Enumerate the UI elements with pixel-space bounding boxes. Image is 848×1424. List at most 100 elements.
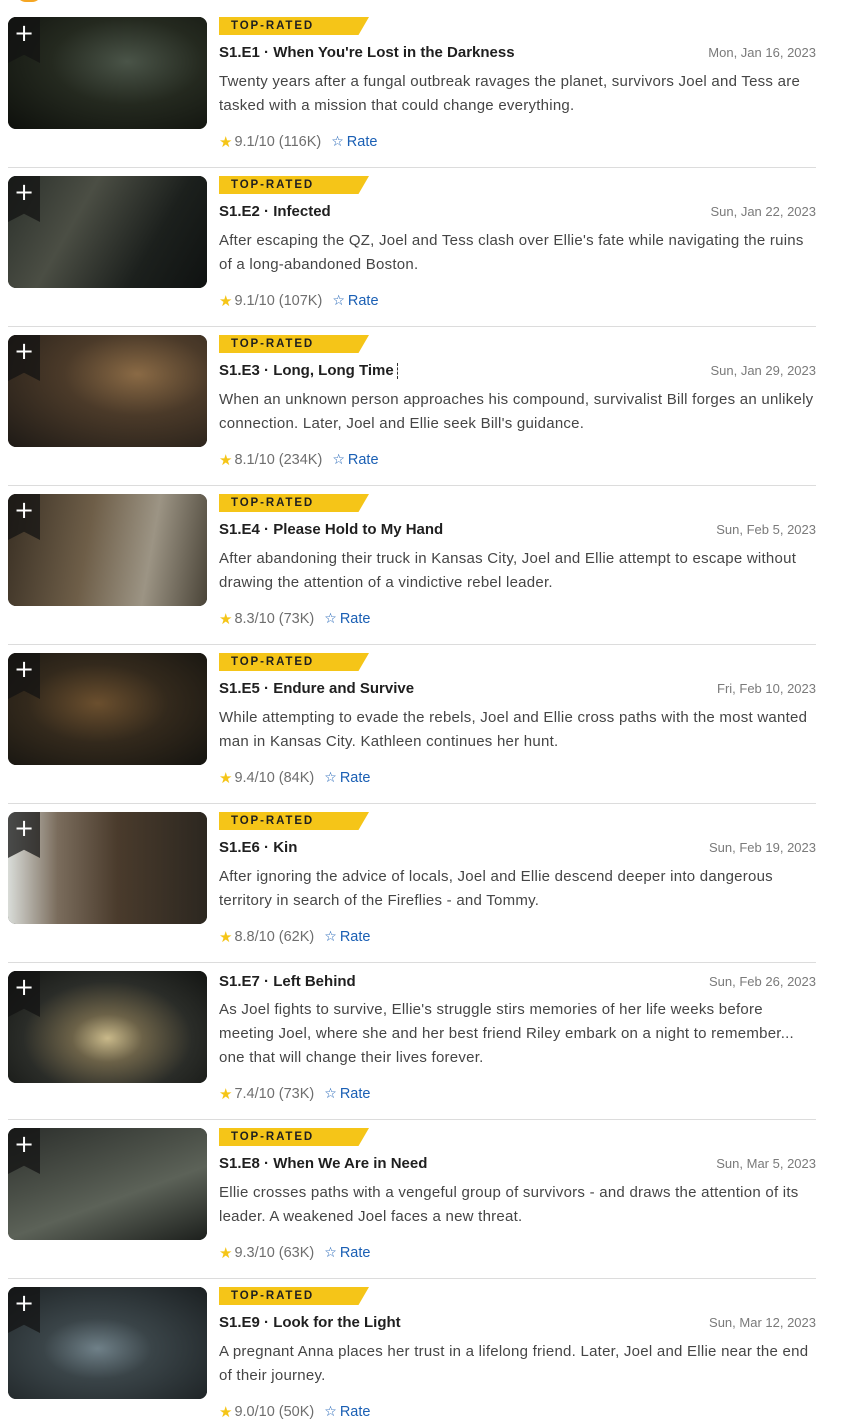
star-filled-icon: ★	[219, 292, 233, 310]
star-filled-icon: ★	[219, 133, 233, 151]
episode-title[interactable]: S1.E5 · Endure and Survive	[219, 680, 414, 697]
episode-thumbnail[interactable]: +	[8, 1287, 207, 1399]
vote-count: (84K)	[278, 770, 315, 786]
episode-title[interactable]: S1.E1 · When You're Lost in the Darkness	[219, 44, 515, 61]
episode-thumbnail[interactable]: +	[8, 1128, 207, 1240]
episode-thumbnail[interactable]: +	[8, 494, 207, 606]
episode-title[interactable]: S1.E7 · Left Behind	[219, 973, 356, 990]
rating-value: 8.1/10	[234, 452, 275, 468]
rating-value: 8.8/10	[234, 929, 275, 945]
star-outline-icon: ☆	[324, 1086, 337, 1102]
plus-icon[interactable]: +	[14, 19, 34, 47]
rating-row: ★ 9.0/10 (50K) ☆ Rate	[219, 1403, 370, 1421]
top-rated-badge: TOP-RATED	[219, 335, 369, 353]
episode-air-date: Sun, Mar 5, 2023	[716, 1156, 816, 1171]
star-outline-icon: ☆	[324, 929, 337, 945]
vote-count: (116K)	[278, 134, 322, 150]
rate-button[interactable]: ☆ Rate	[331, 134, 377, 150]
plus-icon[interactable]: +	[14, 496, 34, 524]
rating-row: ★ 8.3/10 (73K) ☆ Rate	[219, 610, 370, 628]
episode-thumbnail[interactable]: +	[8, 176, 207, 288]
vote-count: (63K)	[278, 1245, 315, 1261]
text-cursor	[396, 363, 398, 380]
rating-row: ★ 9.4/10 (84K) ☆ Rate	[219, 769, 370, 787]
rating-row: ★ 8.8/10 (62K) ☆ Rate	[219, 928, 370, 946]
star-outline-icon: ☆	[324, 1245, 337, 1261]
rate-label: Rate	[346, 134, 378, 150]
episode-item-8[interactable]: + TOP-RATED S1.E8 · When We Are in Need …	[8, 1120, 816, 1279]
plus-icon[interactable]: +	[14, 178, 34, 206]
episode-item-5[interactable]: + TOP-RATED S1.E5 · Endure and Survive F…	[8, 645, 816, 804]
top-rated-badge: TOP-RATED	[219, 653, 369, 671]
episode-description: When an unknown person approaches his co…	[219, 391, 814, 432]
episode-item-2[interactable]: + TOP-RATED S1.E2 · Infected Sun, Jan 22…	[8, 168, 816, 327]
episode-title[interactable]: S1.E2 · Infected	[219, 203, 331, 220]
rating-value: 9.1/10	[234, 293, 275, 309]
vote-count: (107K)	[278, 293, 323, 309]
episode-description: A pregnant Anna places her trust in a li…	[219, 1343, 809, 1384]
episode-air-date: Sun, Mar 12, 2023	[709, 1315, 816, 1330]
rate-label: Rate	[339, 1086, 371, 1102]
top-rated-badge: TOP-RATED	[219, 176, 369, 194]
episode-thumbnail[interactable]: +	[8, 17, 207, 129]
episode-item-1[interactable]: + TOP-RATED S1.E1 · When You're Lost in …	[8, 0, 816, 168]
episode-air-date: Sun, Jan 29, 2023	[710, 363, 816, 378]
rate-label: Rate	[339, 1404, 371, 1420]
episode-description: After abandoning their truck in Kansas C…	[219, 550, 797, 591]
star-outline-icon: ☆	[331, 134, 344, 150]
vote-count: (50K)	[278, 1404, 315, 1420]
episode-description: While attempting to evade the rebels, Jo…	[219, 709, 808, 750]
episode-item-4[interactable]: + TOP-RATED S1.E4 · Please Hold to My Ha…	[8, 486, 816, 645]
star-outline-icon: ☆	[332, 452, 345, 468]
rating-row: ★ 9.3/10 (63K) ☆ Rate	[219, 1244, 370, 1262]
episode-thumbnail[interactable]: +	[8, 812, 207, 924]
episode-air-date: Sun, Feb 19, 2023	[709, 840, 816, 855]
episode-air-date: Mon, Jan 16, 2023	[708, 45, 816, 60]
top-rated-badge: TOP-RATED	[219, 1287, 369, 1305]
plus-icon[interactable]: +	[14, 1289, 34, 1317]
top-rated-badge: TOP-RATED	[219, 17, 369, 35]
episode-thumbnail[interactable]: +	[8, 971, 207, 1083]
episode-title[interactable]: S1.E9 · Look for the Light	[219, 1314, 401, 1331]
star-filled-icon: ★	[219, 769, 233, 787]
top-rated-badge: TOP-RATED	[219, 494, 369, 512]
rate-button[interactable]: ☆ Rate	[324, 611, 370, 627]
episode-item-7[interactable]: + S1.E7 · Left Behind Sun, Feb 26, 2023 …	[8, 963, 816, 1120]
episode-air-date: Sun, Feb 26, 2023	[709, 974, 816, 989]
rate-button[interactable]: ☆ Rate	[332, 452, 378, 468]
episode-thumbnail[interactable]: +	[8, 653, 207, 765]
rating-row: ★ 9.1/10 (116K) ☆ Rate	[219, 133, 377, 151]
episode-title[interactable]: S1.E8 · When We Are in Need	[219, 1155, 427, 1172]
plus-icon[interactable]: +	[14, 337, 34, 365]
star-filled-icon: ★	[219, 610, 233, 628]
episode-title[interactable]: S1.E6 · Kin	[219, 839, 297, 856]
episode-air-date: Fri, Feb 10, 2023	[717, 681, 816, 696]
rating-row: ★ 7.4/10 (73K) ☆ Rate	[219, 1085, 370, 1103]
rate-button[interactable]: ☆ Rate	[324, 1086, 370, 1102]
rate-label: Rate	[347, 452, 379, 468]
plus-icon[interactable]: +	[14, 1130, 34, 1158]
rating-value: 9.1/10	[234, 134, 275, 150]
rate-button[interactable]: ☆ Rate	[324, 929, 370, 945]
episode-description: After ignoring the advice of locals, Joe…	[219, 868, 773, 909]
episode-item-6[interactable]: + TOP-RATED S1.E6 · Kin Sun, Feb 19, 202…	[8, 804, 816, 963]
episode-item-3[interactable]: + TOP-RATED S1.E3 · Long, Long Time Sun,…	[8, 327, 816, 486]
top-rated-badge: TOP-RATED	[219, 1128, 369, 1146]
rate-button[interactable]: ☆ Rate	[324, 770, 370, 786]
plus-icon[interactable]: +	[14, 814, 34, 842]
rate-label: Rate	[339, 929, 371, 945]
rate-button[interactable]: ☆ Rate	[324, 1245, 370, 1261]
rating-value: 9.3/10	[234, 1245, 275, 1261]
rate-button[interactable]: ☆ Rate	[324, 1404, 370, 1420]
plus-icon[interactable]: +	[14, 655, 34, 683]
top-rated-badge: TOP-RATED	[219, 812, 369, 830]
episode-item-9[interactable]: + TOP-RATED S1.E9 · Look for the Light S…	[8, 1279, 816, 1424]
episode-description: After escaping the QZ, Joel and Tess cla…	[219, 232, 804, 273]
rate-label: Rate	[339, 1245, 371, 1261]
rate-button[interactable]: ☆ Rate	[332, 293, 378, 309]
episode-title[interactable]: S1.E3 · Long, Long Time	[219, 362, 398, 380]
episode-thumbnail[interactable]: +	[8, 335, 207, 447]
episode-title[interactable]: S1.E4 · Please Hold to My Hand	[219, 521, 443, 538]
plus-icon[interactable]: +	[14, 973, 34, 1001]
rate-label: Rate	[339, 770, 371, 786]
